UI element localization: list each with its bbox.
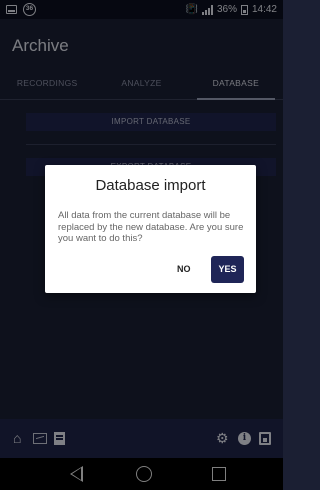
dialog-title: Database import — [95, 177, 206, 194]
yes-button[interactable]: YES — [211, 256, 244, 283]
dialog-message: All data from the current database will … — [58, 210, 244, 244]
no-button[interactable]: NO — [177, 264, 191, 274]
database-import-dialog: Database import All data from the curren… — [45, 165, 256, 293]
